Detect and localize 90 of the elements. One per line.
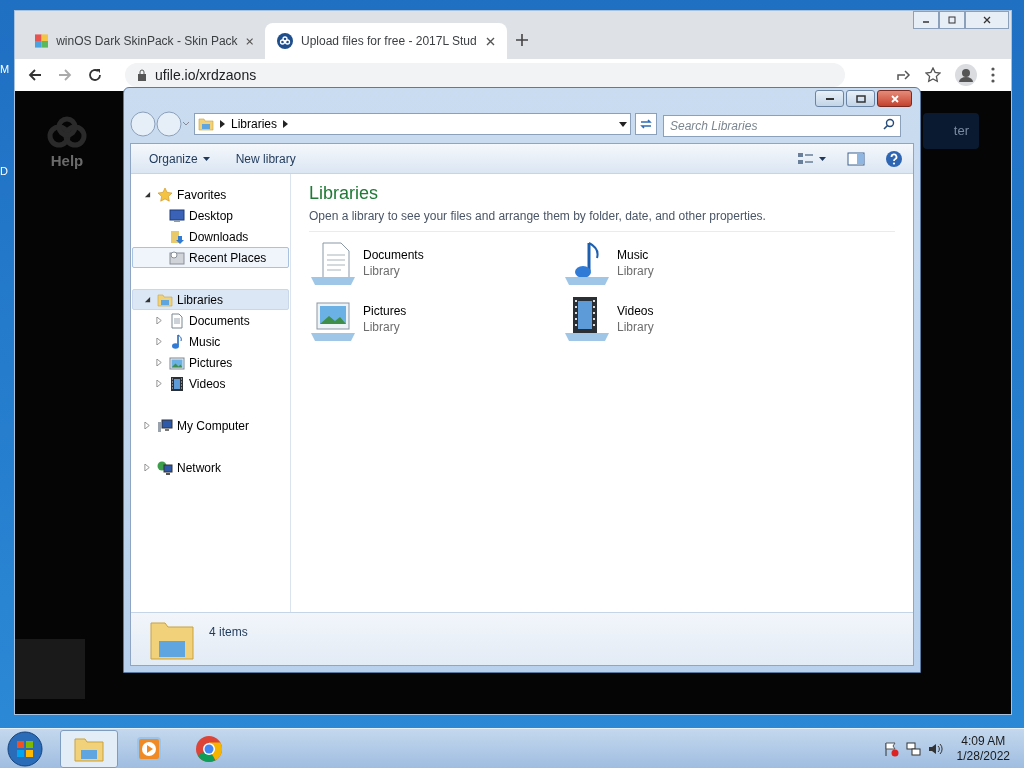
desktop-icon-label[interactable]: D [0,163,8,180]
desktop-icon-label[interactable]: M [0,61,10,78]
film-icon [169,375,185,392]
nav-item[interactable]: Pictures [132,352,289,373]
browser-tab[interactable]: winOS Dark SkinPack - Skin Pack [23,23,265,59]
network-icon [157,459,173,476]
breadcrumb-item[interactable]: Libraries [231,115,278,133]
search-field[interactable]: Search Libraries [663,115,901,137]
reload-icon[interactable] [87,67,103,83]
refresh-icon [639,118,653,130]
maximize-icon [855,94,866,103]
maximize-icon [947,16,957,24]
nav-item[interactable]: Documents [132,310,289,331]
cloud-logo-icon [45,116,89,150]
maximize-button[interactable] [846,90,875,107]
clock-time[interactable]: 4:09 AM [961,733,1006,749]
page-button[interactable]: ter [923,113,979,149]
lock-icon [137,69,147,81]
minimize-button[interactable] [815,90,844,107]
help-label[interactable]: Help [50,150,84,173]
dropdown-icon[interactable] [619,121,627,127]
chrome-icon [194,733,224,764]
chevron-icon[interactable] [220,120,225,128]
nav-item[interactable]: Videos [132,373,289,394]
clock-date[interactable]: 1/28/2022 [956,748,1010,764]
library-folder-icon [198,116,214,132]
download-folder-icon [169,228,185,245]
library-item[interactable]: Videos Library [563,294,817,344]
expanded-arrow-icon[interactable] [143,296,151,303]
address-bar[interactable]: ufile.io/xrdzaons [125,63,845,87]
close-button[interactable] [877,90,912,107]
toolbar-button[interactable]: Organize [137,146,222,171]
picture-icon [169,354,185,371]
nav-item[interactable]: My Computer [132,415,289,436]
maximize-button[interactable] [939,11,965,29]
library-item[interactable]: Documents Library [309,238,563,288]
collapsed-arrow-icon[interactable] [155,338,163,345]
close-icon[interactable] [486,36,495,46]
music-library-icon [563,239,611,287]
menu-icon[interactable] [991,67,995,83]
page-heading: Libraries [309,182,380,205]
collapsed-arrow-icon[interactable] [143,464,151,471]
search-icon[interactable] [883,118,895,130]
nav-item[interactable]: Recent Places [132,247,289,268]
start-icon[interactable] [6,729,44,768]
share-icon[interactable] [895,67,911,83]
collapsed-arrow-icon[interactable] [143,422,151,429]
play-icon [135,734,163,763]
document-icon [169,312,185,329]
minimize-icon [824,96,835,101]
library-item[interactable]: Pictures Library [309,294,563,344]
collapsed-arrow-icon[interactable] [155,380,163,387]
nav-item[interactable]: Music [132,331,289,352]
cloud-logo-icon [277,33,293,49]
library-folder-icon [157,291,173,308]
collapsed-arrow-icon[interactable] [155,317,163,324]
view-options-icon[interactable] [797,150,827,167]
chevron-icon[interactable] [283,120,289,128]
nav-item[interactable]: Favorites [132,184,289,205]
monitor-icon [169,207,185,224]
star-outline-icon[interactable] [925,67,941,83]
nav-item[interactable]: Libraries [132,289,289,310]
computer-icon [157,417,173,434]
library-item[interactable]: Music Library [563,238,817,288]
network-icon[interactable] [904,740,921,757]
videos-library-icon [563,295,611,343]
description-text: Open a library to see your files and arrange them by folder, date, and other properties. [309,207,895,232]
expanded-arrow-icon[interactable] [143,191,151,198]
nav-item[interactable]: Downloads [132,226,289,247]
flag-icon[interactable] [882,740,899,757]
music-note-icon [169,333,185,350]
minimize-button[interactable] [913,11,939,29]
close-icon [982,16,992,24]
nav-item[interactable]: Network [132,457,289,478]
recent-places-icon [169,249,185,266]
close-icon[interactable] [245,36,253,46]
avatar-icon[interactable] [955,64,977,86]
document-library-icon [309,239,357,287]
browser-tab[interactable]: Upload files for free - 2017L Stud [265,23,507,59]
toolbar-button[interactable]: New library [223,146,308,171]
help-icon[interactable] [885,149,903,168]
close-icon [889,94,900,103]
nav-item[interactable]: Desktop [132,205,289,226]
star-icon [157,186,173,203]
item-count: 4 items [209,624,248,641]
refresh-button[interactable] [635,113,657,135]
new-tab-icon[interactable] [515,33,529,47]
collapsed-arrow-icon[interactable] [155,359,163,366]
colorful-square-icon [35,33,49,49]
address-bar[interactable]: Libraries [194,113,631,135]
